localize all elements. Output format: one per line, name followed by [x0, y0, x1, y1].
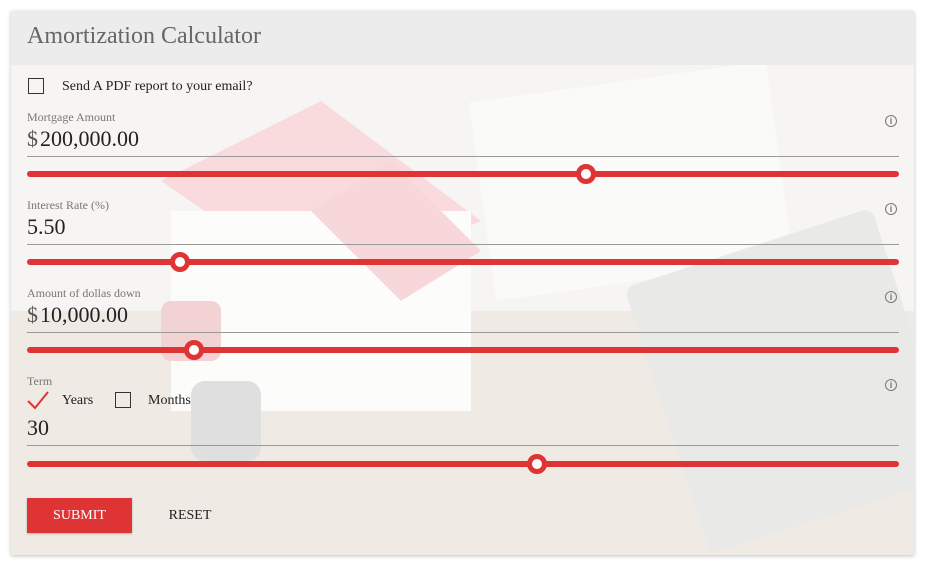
interest-rate-underline — [27, 244, 899, 245]
reset-button[interactable]: RESET — [157, 498, 223, 533]
info-icon[interactable]: i — [885, 379, 897, 391]
info-icon[interactable]: i — [885, 115, 897, 127]
term-value: 30 — [27, 415, 49, 440]
email-report-label: Send A PDF report to your email? — [62, 79, 253, 94]
info-icon[interactable]: i — [885, 203, 897, 215]
down-payment-slider-track[interactable] — [27, 340, 899, 360]
mortgage-amount-field[interactable]: $200,000.00 — [27, 126, 139, 152]
card-header: Amortization Calculator — [11, 11, 914, 65]
term-field[interactable]: 30 — [27, 415, 49, 441]
interest-rate-value: 5.50 — [27, 214, 66, 239]
mortgage-amount-label: Mortgage Amount — [27, 110, 116, 124]
term-months-label[interactable]: Months — [148, 393, 191, 409]
page-title: Amortization Calculator — [27, 23, 261, 49]
mortgage-amount-value: 200,000.00 — [40, 126, 139, 151]
currency-symbol: $ — [27, 302, 38, 327]
interest-rate-label: Interest Rate (%) — [27, 198, 109, 212]
info-icon[interactable]: i — [885, 291, 897, 303]
down-payment-value: 10,000.00 — [40, 302, 128, 327]
interest-rate-field[interactable]: 5.50 — [27, 214, 66, 240]
mortgage-amount-slider-track[interactable] — [27, 164, 899, 184]
background-overlay — [11, 65, 914, 555]
term-years-label[interactable]: Years — [62, 393, 93, 409]
down-payment-label: Amount of dollas down — [27, 286, 141, 300]
term-label: Term — [27, 374, 53, 388]
calculator-card: Amortization Calculator Send A PDF repor… — [11, 11, 914, 555]
checkmark-icon[interactable] — [26, 389, 50, 413]
currency-symbol: $ — [27, 126, 38, 151]
term-slider-thumb[interactable] — [527, 454, 548, 474]
term-months-checkbox[interactable] — [115, 392, 131, 408]
submit-button[interactable]: SUBMIT — [27, 498, 132, 533]
term-slider-track[interactable] — [27, 454, 899, 474]
interest-rate-slider-track[interactable] — [27, 252, 899, 272]
term-underline — [27, 445, 899, 446]
down-payment-field[interactable]: $10,000.00 — [27, 302, 128, 328]
email-report-checkbox[interactable] — [28, 78, 44, 94]
mortgage-amount-slider-thumb[interactable] — [575, 164, 596, 184]
mortgage-amount-underline — [27, 156, 899, 157]
down-payment-underline — [27, 332, 899, 333]
